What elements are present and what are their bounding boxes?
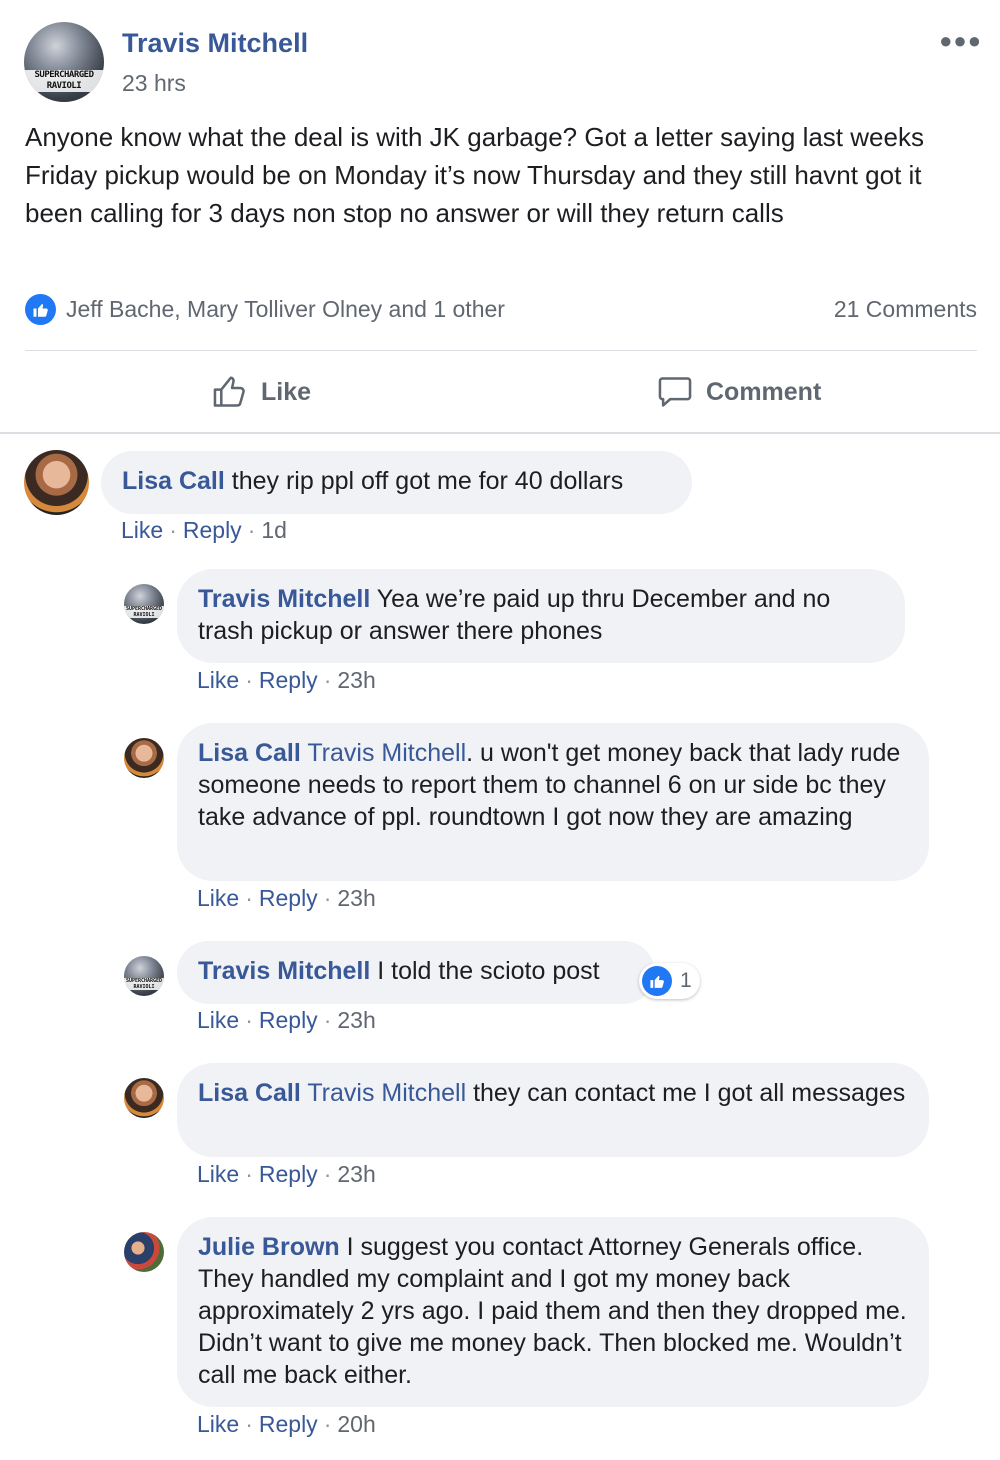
comment-author[interactable]: Travis Mitchell: [198, 957, 370, 985]
divider: [0, 432, 1000, 434]
avatar-logo-text: SUPERCHARGED RAVIOLI: [24, 70, 104, 92]
comment-actions: Like · Reply · 1d: [121, 517, 287, 543]
comment-reply-link[interactable]: Reply: [259, 1161, 318, 1187]
comment-bubble: Julie Brown I suggest you contact Attorn…: [177, 1217, 929, 1407]
comment-count[interactable]: 21 Comments: [834, 296, 977, 323]
comment-actions: Like · Reply · 23h: [197, 667, 376, 693]
comment-reply-link[interactable]: Reply: [259, 1007, 318, 1033]
comment-bubble: Lisa Call Travis Mitchell they can conta…: [177, 1063, 929, 1157]
comment-text: they can contact me I got all messages: [466, 1079, 906, 1107]
comment-actions: Like · Reply · 23h: [197, 1007, 376, 1033]
comment-actions: Like · Reply · 23h: [197, 885, 376, 911]
commenter-avatar[interactable]: [124, 1232, 164, 1272]
comment-bubble: Travis Mitchell I told the scioto post: [177, 941, 655, 1004]
like-button-label: Like: [261, 377, 312, 406]
comment-mention[interactable]: Travis Mitchell: [301, 1079, 466, 1107]
post-body-text: Anyone know what the deal is with JK gar…: [25, 122, 924, 228]
thumbs-up-icon: [213, 376, 245, 407]
comment-time[interactable]: 20h: [337, 1411, 375, 1437]
more-options-icon[interactable]: ●●●: [939, 28, 982, 54]
comment-text: they rip ppl off got me for 40 dollars: [224, 467, 624, 495]
comment-author[interactable]: Lisa Call: [198, 1079, 301, 1107]
comment-actions: Like · Reply · 20h: [197, 1411, 376, 1437]
avatar-logo-text: SUPERCHARGED RAVIOLI: [124, 606, 164, 618]
comment-button-label: Comment: [706, 377, 822, 406]
comment-reply-link[interactable]: Reply: [259, 1411, 318, 1437]
comment-text: I told the scioto post: [370, 957, 600, 985]
comment-author[interactable]: Julie Brown: [198, 1233, 340, 1261]
comment-like-link[interactable]: Like: [197, 667, 239, 693]
comment-time[interactable]: 1d: [261, 517, 287, 543]
comment-like-link[interactable]: Like: [197, 1411, 239, 1437]
comment-author[interactable]: Travis Mitchell: [198, 585, 370, 613]
comment-time[interactable]: 23h: [337, 1161, 375, 1187]
comment-mention[interactable]: Travis Mitchell: [301, 739, 466, 767]
comment-like-link[interactable]: Like: [197, 1161, 239, 1187]
commenter-avatar[interactable]: SUPERCHARGED RAVIOLI: [124, 956, 164, 996]
comment-reply-link[interactable]: Reply: [259, 885, 318, 911]
like-reaction-icon: [642, 966, 672, 996]
author-avatar[interactable]: SUPERCHARGED RAVIOLI: [24, 22, 104, 102]
comment-button[interactable]: Comment: [656, 370, 821, 414]
comment-reaction-pill[interactable]: 1: [639, 963, 700, 999]
like-button[interactable]: Like: [211, 370, 311, 414]
comment-bubble: Lisa Call they rip ppl off got me for 40…: [101, 451, 692, 514]
comment-like-link[interactable]: Like: [121, 517, 163, 543]
like-reaction-icon: [25, 294, 56, 325]
avatar-logo-text: SUPERCHARGED RAVIOLI: [124, 978, 164, 990]
comment-like-link[interactable]: Like: [197, 1007, 239, 1033]
comment-time[interactable]: 23h: [337, 667, 375, 693]
comment-bubble: Travis Mitchell Yea we’re paid up thru D…: [177, 569, 905, 663]
commenter-avatar[interactable]: [124, 738, 164, 778]
comment-actions: Like · Reply · 23h: [197, 1161, 376, 1187]
comment-reply-link[interactable]: Reply: [183, 517, 242, 543]
divider: [25, 350, 977, 351]
reactions-row: Jeff Bache, Mary Tolliver Olney and 1 ot…: [25, 292, 977, 328]
comment-time[interactable]: 23h: [337, 885, 375, 911]
comment-time[interactable]: 23h: [337, 1007, 375, 1033]
post-actions: Like Comment: [0, 352, 1000, 432]
comment-author[interactable]: Lisa Call: [122, 467, 225, 495]
post-timestamp[interactable]: 23 hrs: [122, 70, 186, 97]
comment-bubble: Lisa Call Travis Mitchell. u won't get m…: [177, 723, 929, 881]
speech-bubble-icon: [658, 377, 692, 407]
reactions-names[interactable]: Jeff Bache, Mary Tolliver Olney and 1 ot…: [66, 296, 505, 323]
comment-reply-link[interactable]: Reply: [259, 667, 318, 693]
comment-like-link[interactable]: Like: [197, 885, 239, 911]
post-author-name[interactable]: Travis Mitchell: [122, 28, 308, 59]
commenter-avatar[interactable]: [24, 450, 89, 515]
comment-author[interactable]: Lisa Call: [198, 739, 301, 767]
commenter-avatar[interactable]: [124, 1078, 164, 1118]
commenter-avatar[interactable]: SUPERCHARGED RAVIOLI: [124, 584, 164, 624]
reaction-count: 1: [680, 969, 692, 992]
